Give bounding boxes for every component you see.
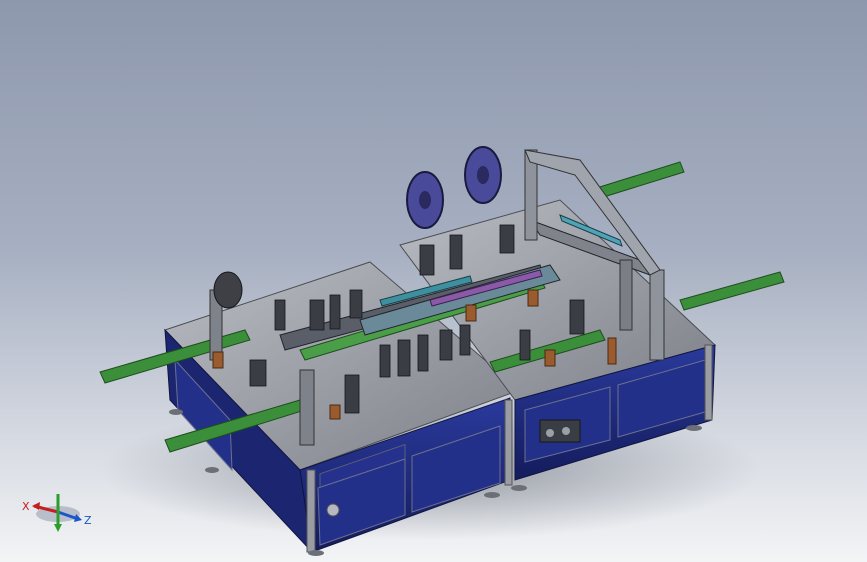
foot	[169, 409, 183, 415]
x-axis-label: X	[22, 500, 30, 513]
leg	[504, 399, 513, 486]
foot	[205, 467, 219, 473]
leg	[306, 469, 316, 553]
foot	[484, 492, 500, 498]
foot	[308, 550, 324, 556]
y-axis-arrowhead	[54, 524, 62, 532]
purple-reel-hub	[477, 166, 489, 184]
vent-hole	[326, 503, 340, 517]
foot	[686, 425, 702, 431]
x-axis-arrowhead	[32, 502, 40, 510]
orientation-triad: X Z	[22, 494, 92, 532]
z-axis-label: Z	[84, 514, 92, 527]
reel-side	[213, 271, 243, 309]
foot	[511, 485, 527, 491]
leg	[704, 344, 713, 421]
control-panel	[539, 419, 581, 443]
green-conveyor	[679, 271, 785, 311]
gantry-upright	[619, 259, 633, 331]
gantry-upright	[299, 369, 315, 446]
gantry-upright	[649, 269, 665, 361]
control-knob	[562, 427, 570, 435]
control-knob	[546, 429, 554, 437]
purple-reel-hub	[419, 191, 431, 209]
cad-viewport[interactable]	[0, 0, 867, 562]
